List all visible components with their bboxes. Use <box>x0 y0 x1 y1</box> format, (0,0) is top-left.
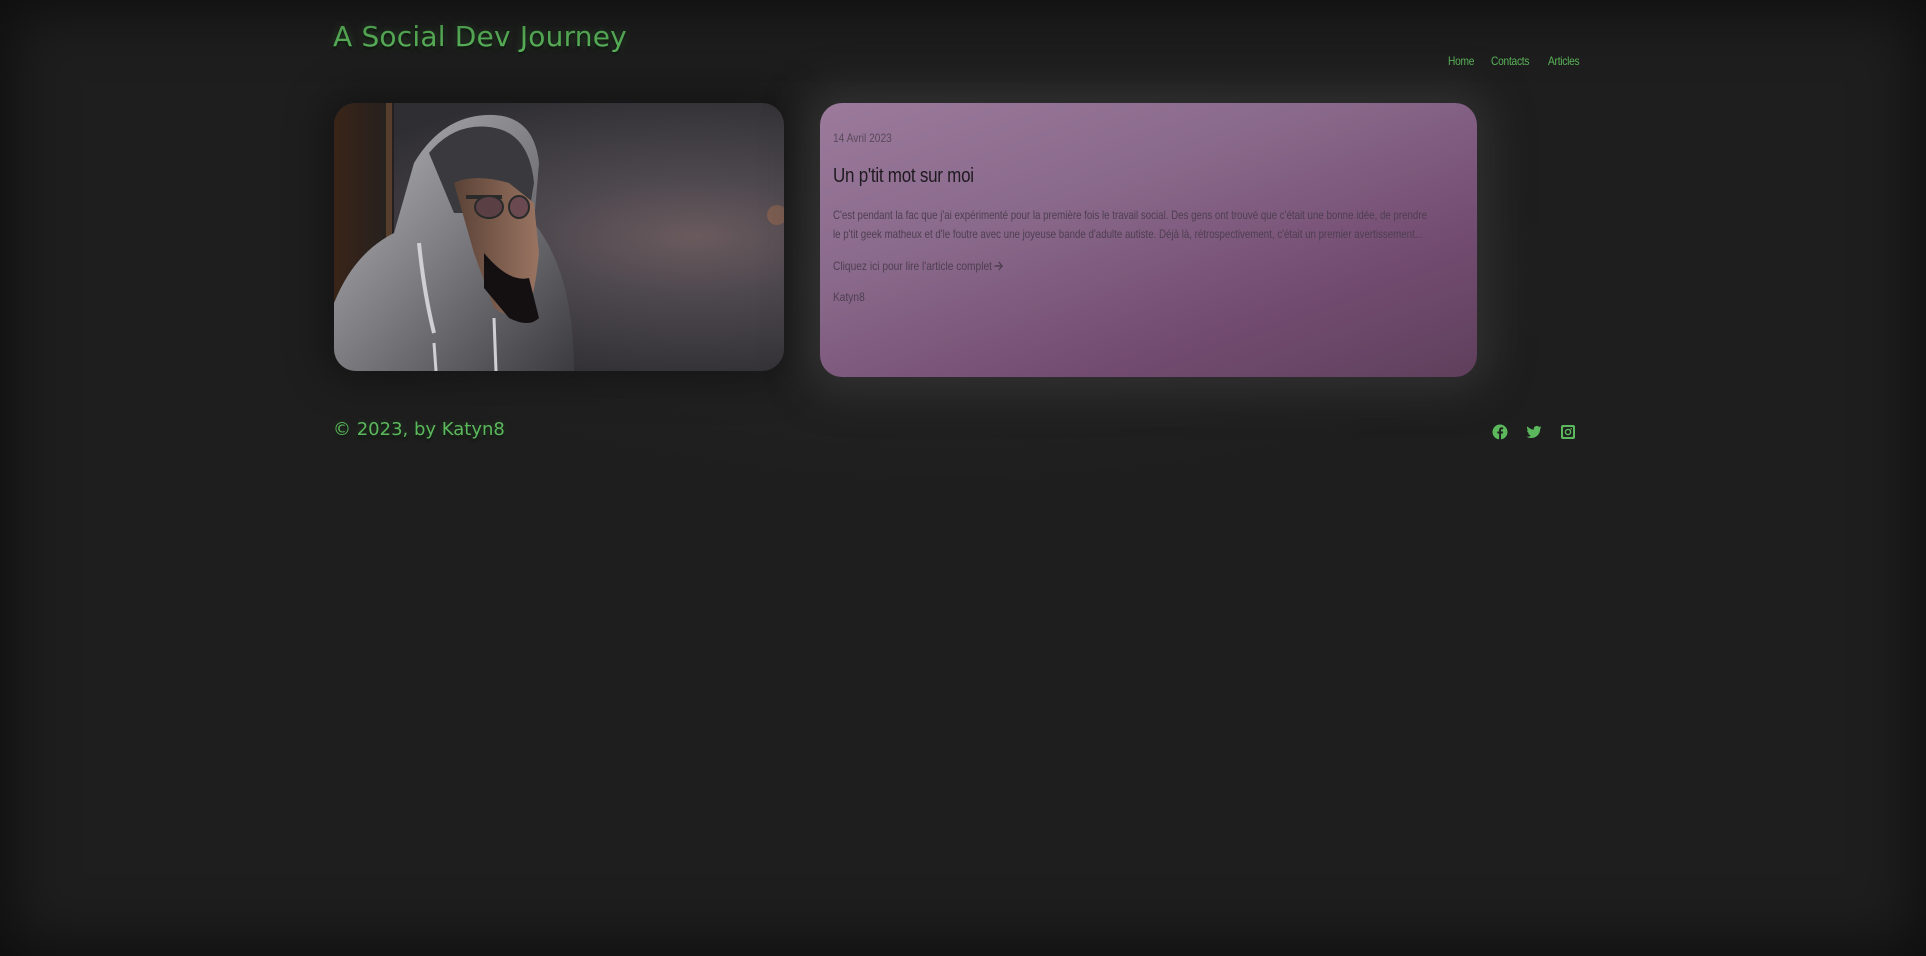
article-image[interactable] <box>334 103 784 371</box>
arrow-right-icon <box>994 261 1004 271</box>
portrait-image <box>334 103 784 371</box>
site-title[interactable]: A Social Dev Journey <box>333 20 627 53</box>
article-date: 14 Avril 2023 <box>833 131 892 145</box>
twitter-icon <box>1526 425 1542 439</box>
facebook-icon <box>1492 424 1508 440</box>
read-more-link[interactable]: Cliquez ici pour lire l'article complet <box>833 259 1004 273</box>
instagram-icon <box>1561 425 1575 439</box>
main-nav: Home Contacts Articles <box>1448 54 1585 68</box>
nav-articles-link[interactable]: Articles <box>1548 54 1580 68</box>
social-links <box>1492 424 1576 440</box>
article-excerpt: C'est pendant la fac que j'ai expériment… <box>833 208 1427 241</box>
article-card[interactable]: 14 Avril 2023 Un p'tit mot sur moi C'est… <box>820 103 1477 377</box>
copyright-text: © 2023, by Katyn8 <box>333 419 505 440</box>
nav-home-link[interactable]: Home <box>1448 54 1474 68</box>
facebook-link[interactable] <box>1492 424 1508 440</box>
twitter-link[interactable] <box>1526 424 1542 440</box>
nav-contacts-link[interactable]: Contacts <box>1491 54 1529 68</box>
instagram-link[interactable] <box>1560 424 1576 440</box>
article-author: Katyn8 <box>833 290 865 304</box>
read-more-label: Cliquez ici pour lire l'article complet <box>833 259 992 273</box>
article-title[interactable]: Un p'tit mot sur moi <box>833 165 974 188</box>
